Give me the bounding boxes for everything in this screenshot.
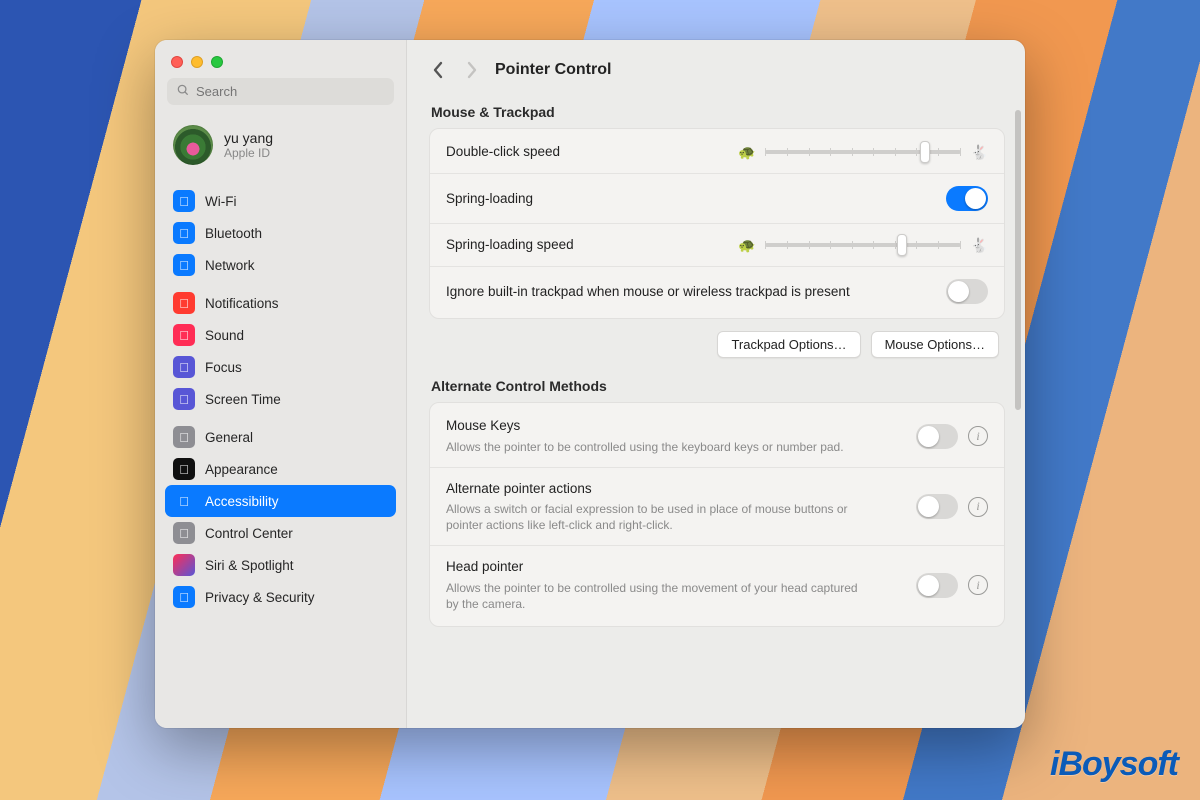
sidebar-item-sound[interactable]: 􀊨 Sound [165,319,396,351]
sidebar-item-bluetooth[interactable]: 􀖀 Bluetooth [165,217,396,249]
sidebar-nav: 􀙇 Wi-Fi 􀖀 Bluetooth 􀤆 Network 􀋚 Notifications 􀊨 S… [155,179,406,728]
spring-loading-speed-label: Spring-loading speed [446,236,574,254]
siri-icon [173,554,195,576]
mouse-keys-info-icon[interactable]: i [968,426,988,446]
tortoise-icon: 🐢 [738,237,755,254]
alt-pointer-label: Alternate pointer actions [446,480,866,498]
sidebar-item-label: Bluetooth [205,226,262,241]
main-panel: Pointer Control Mouse & Trackpad Double-… [407,40,1025,728]
row-mouse-keys: Mouse Keys Allows the pointer to be cont… [430,405,1004,467]
minimize-window-button[interactable] [191,56,203,68]
sidebar-item-label: Appearance [205,462,278,477]
sidebar-item-focus[interactable]: 􀆺 Focus [165,351,396,383]
search-input[interactable] [196,84,385,99]
general-icon: 􀍟 [173,426,195,448]
hare-icon: 🐇 [971,237,988,254]
hare-icon: 🐇 [971,144,988,161]
row-double-click-speed: Double-click speed 🐢 🐇 [430,131,1004,174]
alt-pointer-desc: Allows a switch or facial expression to … [446,501,866,533]
ignore-trackpad-toggle[interactable] [946,279,988,304]
trackpad-options-button[interactable]: Trackpad Options… [717,331,860,358]
sidebar-item-label: Siri & Spotlight [205,558,294,573]
controlcenter-icon: 􀜊 [173,522,195,544]
row-spring-loading-speed: Spring-loading speed 🐢 🐇 [430,224,1004,267]
double-click-speed-label: Double-click speed [446,143,560,161]
page-title: Pointer Control [495,61,611,79]
alternate-methods-card: Mouse Keys Allows the pointer to be cont… [429,402,1005,627]
sidebar-item-label: Wi-Fi [205,194,236,209]
section-alternate-title: Alternate Control Methods [431,378,1003,394]
settings-window: yu yang Apple ID 􀙇 Wi-Fi 􀖀 Bluetooth 􀤆 Networ… [155,40,1025,728]
double-click-speed-slider[interactable]: 🐢 🐇 [738,144,988,161]
wifi-icon: 􀙇 [173,190,195,212]
content-scroll[interactable]: Mouse & Trackpad Double-click speed 🐢 🐇 … [407,98,1025,728]
row-alt-pointer: Alternate pointer actions Allows a switc… [430,468,1004,547]
sidebar-item-privacy[interactable]: 􀉼 Privacy & Security [165,581,396,613]
row-ignore-trackpad: Ignore built-in trackpad when mouse or w… [430,267,1004,316]
sidebar-item-screentime[interactable]: 􀐫 Screen Time [165,383,396,415]
alt-pointer-toggle[interactable] [916,494,958,519]
sidebar-item-label: Focus [205,360,242,375]
sidebar-item-wifi[interactable]: 􀙇 Wi-Fi [165,185,396,217]
sidebar-item-controlcenter[interactable]: 􀜊 Control Center [165,517,396,549]
ignore-trackpad-label: Ignore built-in trackpad when mouse or w… [446,283,850,301]
head-pointer-info-icon[interactable]: i [968,575,988,595]
mouse-trackpad-card: Double-click speed 🐢 🐇 Spring-loading Sp… [429,128,1005,319]
spring-loading-label: Spring-loading [446,190,533,208]
sidebar-item-label: Screen Time [205,392,281,407]
mouse-keys-label: Mouse Keys [446,417,844,435]
sidebar-item-label: Sound [205,328,244,343]
forward-button[interactable] [461,56,483,84]
avatar [173,125,213,165]
scrollbar-indicator[interactable] [1015,110,1021,410]
mouse-keys-toggle[interactable] [916,424,958,449]
sidebar-item-label: Notifications [205,296,279,311]
sidebar-item-label: Network [205,258,255,273]
alt-pointer-info-icon[interactable]: i [968,497,988,517]
tortoise-icon: 🐢 [738,144,755,161]
screentime-icon: 􀐫 [173,388,195,410]
mouse-keys-desc: Allows the pointer to be controlled usin… [446,439,844,455]
account-name: yu yang [224,130,273,146]
head-pointer-label: Head pointer [446,558,866,576]
zoom-window-button[interactable] [211,56,223,68]
sidebar-item-label: General [205,430,253,445]
row-head-pointer: Head pointer Allows the pointer to be co… [430,546,1004,624]
main-header: Pointer Control [407,40,1025,98]
sound-icon: 􀊨 [173,324,195,346]
sidebar-item-siri[interactable]: Siri & Spotlight [165,549,396,581]
bluetooth-icon: 􀖀 [173,222,195,244]
watermark: iBoysoft [1050,745,1178,784]
head-pointer-toggle[interactable] [916,573,958,598]
sidebar-item-appearance[interactable]: 􀀻 Appearance [165,453,396,485]
spring-loading-toggle[interactable] [946,186,988,211]
focus-icon: 􀆺 [173,356,195,378]
sidebar-item-notifications[interactable]: 􀋚 Notifications [165,287,396,319]
window-controls [155,50,406,78]
sidebar-item-network[interactable]: 􀤆 Network [165,249,396,281]
apple-id-row[interactable]: yu yang Apple ID [155,117,406,179]
privacy-icon: 􀉼 [173,586,195,608]
appearance-icon: 􀀻 [173,458,195,480]
network-icon: 􀤆 [173,254,195,276]
accessibility-icon: 􀕽 [173,490,195,512]
row-spring-loading: Spring-loading [430,174,1004,224]
back-button[interactable] [427,56,449,84]
close-window-button[interactable] [171,56,183,68]
sidebar-item-label: Accessibility [205,494,279,509]
search-icon [176,83,190,100]
search-field[interactable] [167,78,394,105]
sidebar: yu yang Apple ID 􀙇 Wi-Fi 􀖀 Bluetooth 􀤆 Networ… [155,40,407,728]
account-sub: Apple ID [224,146,273,160]
sidebar-item-label: Control Center [205,526,293,541]
sidebar-item-label: Privacy & Security [205,590,315,605]
notifications-icon: 􀋚 [173,292,195,314]
mouse-options-button[interactable]: Mouse Options… [871,331,999,358]
sidebar-item-general[interactable]: 􀍟 General [165,421,396,453]
options-button-row: Trackpad Options… Mouse Options… [429,319,1005,360]
head-pointer-desc: Allows the pointer to be controlled usin… [446,580,866,612]
section-mouse-trackpad-title: Mouse & Trackpad [431,104,1003,120]
spring-loading-speed-slider[interactable]: 🐢 🐇 [738,237,988,254]
sidebar-item-accessibility[interactable]: 􀕽 Accessibility [165,485,396,517]
